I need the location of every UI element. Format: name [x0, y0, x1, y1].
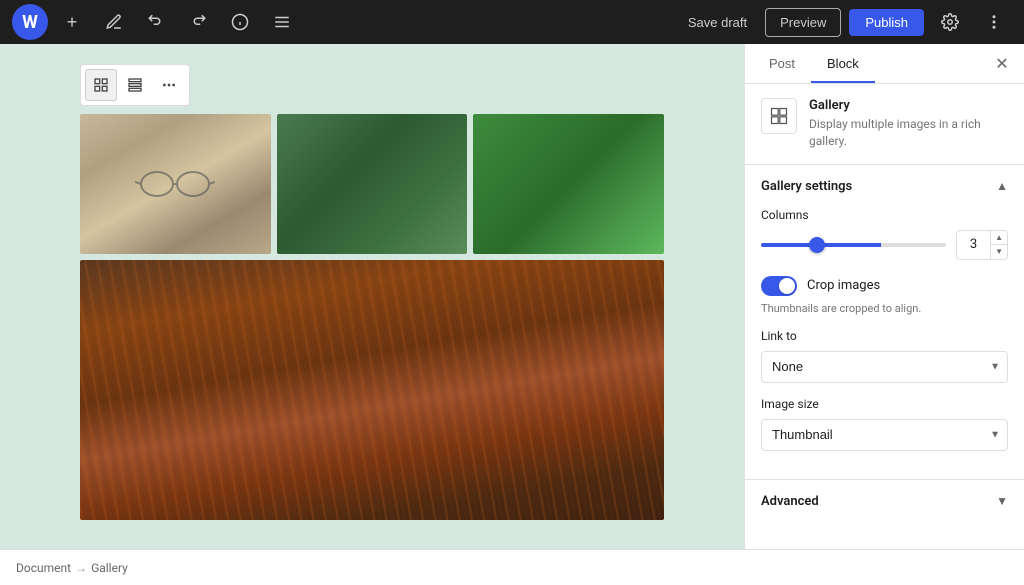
info-button[interactable]: [222, 4, 258, 40]
columns-number-input[interactable]: 3 ▲ ▼: [956, 230, 1008, 260]
wp-logo-icon[interactable]: W: [12, 4, 48, 40]
tab-block[interactable]: Block: [811, 44, 875, 83]
gallery-view-grid-button[interactable]: [85, 69, 117, 101]
redo-button[interactable]: [180, 4, 216, 40]
gallery-settings-chevron-icon: ▲: [996, 179, 1008, 193]
right-sidebar: Post Block ✕ Gallery Display multiple im…: [744, 44, 1024, 549]
gallery-settings-section: Gallery settings ▲ Columns 3 ▲ ▼: [745, 165, 1024, 480]
publish-button[interactable]: Publish: [849, 9, 924, 36]
close-sidebar-button[interactable]: ✕: [988, 50, 1016, 78]
columns-row: 3 ▲ ▼: [761, 230, 1008, 260]
topbar-right: Save draft Preview Publish: [678, 4, 1012, 40]
gallery-image-1[interactable]: [80, 114, 271, 254]
columns-slider[interactable]: [761, 243, 946, 247]
columns-label: Columns: [761, 208, 1008, 222]
add-block-button[interactable]: +: [54, 4, 90, 40]
tools-button[interactable]: [96, 4, 132, 40]
advanced-title: Advanced: [761, 494, 819, 509]
crop-images-row: Crop images: [761, 276, 1008, 296]
gallery-image-4[interactable]: [80, 260, 664, 520]
toggle-knob: [779, 278, 795, 294]
gallery-view-list-button[interactable]: [119, 69, 151, 101]
crop-images-label: Crop images: [807, 278, 880, 293]
crop-images-toggle[interactable]: [761, 276, 797, 296]
save-draft-button[interactable]: Save draft: [678, 9, 757, 36]
block-title: Gallery: [809, 98, 1008, 113]
columns-decrement-button[interactable]: ▼: [991, 244, 1007, 259]
gallery-image-3[interactable]: [473, 114, 664, 254]
list-view-button[interactable]: [264, 4, 300, 40]
gallery-settings-title: Gallery settings: [761, 179, 852, 194]
topbar: W + Save draft Preview Publish: [0, 0, 1024, 44]
gallery-top-row: [80, 114, 664, 254]
advanced-chevron-icon: ▼: [996, 494, 1008, 508]
image-size-select[interactable]: Thumbnail Medium Large Full Size: [761, 419, 1008, 451]
columns-increment-button[interactable]: ▲: [991, 231, 1007, 245]
main-layout: Post Block ✕ Gallery Display multiple im…: [0, 44, 1024, 549]
tab-post[interactable]: Post: [753, 44, 811, 83]
breadcrumb: Document → Gallery: [0, 549, 1024, 585]
canvas-area: [0, 44, 744, 549]
columns-spinners: ▲ ▼: [990, 231, 1007, 259]
block-description: Display multiple images in a rich galler…: [809, 116, 1008, 150]
link-to-label: Link to: [761, 329, 1008, 343]
columns-value: 3: [957, 237, 990, 252]
advanced-header[interactable]: Advanced ▼: [761, 494, 1008, 509]
block-icon: [761, 98, 797, 134]
topbar-left: W +: [12, 4, 300, 40]
breadcrumb-arrow-icon: →: [75, 561, 87, 575]
more-options-button[interactable]: [976, 4, 1012, 40]
advanced-section: Advanced ▼: [745, 480, 1024, 523]
block-info-text: Gallery Display multiple images in a ric…: [809, 98, 1008, 150]
image-size-label: Image size: [761, 397, 1008, 411]
preview-button[interactable]: Preview: [765, 8, 841, 37]
gallery-image-2[interactable]: [277, 114, 468, 254]
breadcrumb-document[interactable]: Document: [16, 561, 71, 575]
block-info: Gallery Display multiple images in a ric…: [745, 84, 1024, 165]
undo-button[interactable]: [138, 4, 174, 40]
settings-button[interactable]: [932, 4, 968, 40]
link-to-wrapper: None Media File Attachment Page ▼: [761, 351, 1008, 383]
crop-images-hint: Thumbnails are cropped to align.: [761, 302, 1008, 315]
link-to-select[interactable]: None Media File Attachment Page: [761, 351, 1008, 383]
gallery-toolbar: [80, 64, 190, 106]
gallery-more-button[interactable]: [153, 69, 185, 101]
breadcrumb-gallery[interactable]: Gallery: [91, 561, 128, 575]
sidebar-tabs: Post Block ✕: [745, 44, 1024, 84]
image-size-wrapper: Thumbnail Medium Large Full Size ▼: [761, 419, 1008, 451]
gallery-settings-header[interactable]: Gallery settings ▲: [761, 179, 1008, 194]
